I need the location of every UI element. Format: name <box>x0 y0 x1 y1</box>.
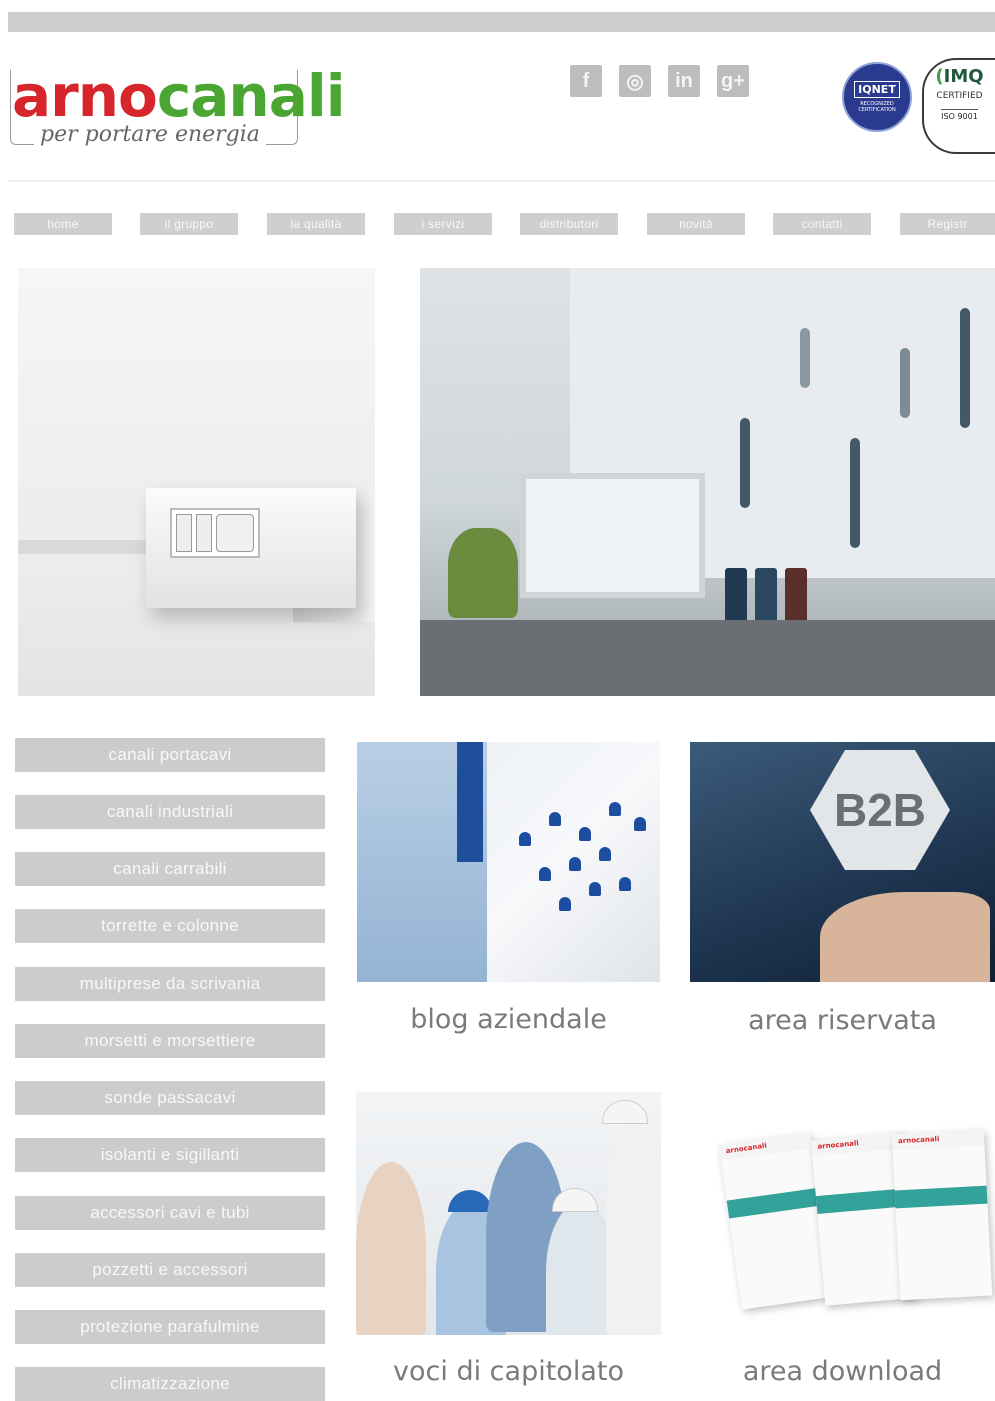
brochure-brand: arnocanali <box>817 1139 860 1151</box>
sketch-figure <box>900 348 910 418</box>
sketch-figure <box>960 308 970 428</box>
brochure: arnocanali <box>891 1129 993 1301</box>
team-tile-image[interactable] <box>356 1092 661 1335</box>
wall-shelf <box>18 540 158 554</box>
plant <box>448 528 518 618</box>
voci-di-capitolato-caption[interactable]: voci di capitolato <box>356 1356 661 1387</box>
menu-canali-portacavi[interactable]: canali portacavi <box>15 738 325 772</box>
logo-arno: arno <box>12 62 158 130</box>
nav-distributori[interactable]: distributori <box>520 213 618 235</box>
menu-protezione-parafulmine[interactable]: protezione parafulmine <box>15 1310 325 1344</box>
nav-registra[interactable]: Registr <box>900 213 995 235</box>
brochure-brand: arnocanali <box>897 1135 940 1146</box>
linkedin-icon[interactable]: in <box>668 65 700 97</box>
menu-morsetti-e-morsettiere[interactable]: morsetti e morsettiere <box>15 1024 325 1058</box>
google-plus-icon[interactable]: g+ <box>717 65 749 97</box>
menu-multiprese-da-scrivania[interactable]: multiprese da scrivania <box>15 967 325 1001</box>
facebook-icon[interactable]: f <box>570 65 602 97</box>
nav-il-gruppo[interactable]: il gruppo <box>140 213 238 235</box>
imq-iso: ISO 9001 <box>941 109 978 121</box>
person <box>356 1162 426 1335</box>
nav-contatti[interactable]: contatti <box>773 213 871 235</box>
brochures-tile-image[interactable]: arnocanali arnocanali arnocanali <box>690 1092 995 1335</box>
header-divider <box>8 180 995 182</box>
blog-tile-image[interactable] <box>357 742 660 982</box>
instagram-icon[interactable]: ◎ <box>619 65 651 97</box>
imq-certified: CERTIFIED <box>936 91 983 101</box>
sketch-figure <box>850 438 860 548</box>
iqnet-certification-badge: IQNET RECOGNIZED CERTIFICATION <box>842 62 912 132</box>
iqnet-label: IQNET <box>854 81 900 98</box>
menu-climatizzazione[interactable]: climatizzazione <box>15 1367 325 1401</box>
logo-wordmark: arnocanali <box>12 62 346 130</box>
pointing-hand <box>820 892 990 982</box>
nav-i-servizi[interactable]: i servizi <box>394 213 492 235</box>
logo-canali: canali <box>156 62 346 130</box>
person <box>606 1112 661 1335</box>
menu-canali-industriali[interactable]: canali industriali <box>15 795 325 829</box>
area-riservata-caption[interactable]: area riservata <box>690 1005 995 1036</box>
b2b-hexagon: B2B <box>810 750 950 870</box>
imq-label: IMQ <box>935 66 984 87</box>
tie <box>457 742 483 862</box>
socket-plate <box>170 508 260 558</box>
area-download-caption[interactable]: area download <box>690 1356 995 1387</box>
computer-monitor <box>520 473 705 598</box>
social-links: f ◎ in g+ <box>570 65 749 97</box>
socket-schuko <box>216 514 254 552</box>
socket-slot <box>176 514 192 552</box>
nav-home[interactable]: home <box>14 213 112 235</box>
desk <box>420 620 995 696</box>
menu-torrette-e-colonne[interactable]: torrette e colonne <box>15 909 325 943</box>
socket-slot <box>196 514 212 552</box>
blog-caption[interactable]: blog aziendale <box>357 1004 660 1035</box>
brand-logo[interactable]: arnocanali per portare energia <box>8 62 346 160</box>
menu-isolanti-e-sigillanti[interactable]: isolanti e sigillanti <box>15 1138 325 1172</box>
imq-certification-badge: IMQ CERTIFIED ISO 9001 <box>922 58 995 154</box>
menu-sonde-passacavi[interactable]: sonde passacavi <box>15 1081 325 1115</box>
nav-la-qualita[interactable]: la qualità <box>267 213 365 235</box>
sketch-figure <box>740 418 750 508</box>
sketch-figure <box>800 328 810 388</box>
network-people-icon <box>509 802 649 922</box>
iqnet-sub: RECOGNIZED CERTIFICATION <box>858 101 896 113</box>
brochure-brand: arnocanali <box>725 1141 768 1156</box>
top-bar <box>8 12 995 32</box>
hero-studio-image <box>420 268 995 696</box>
b2b-tile-image[interactable]: B2B <box>690 742 995 982</box>
hard-hat-icon <box>602 1100 648 1124</box>
menu-accessori-cavi-e-tubi[interactable]: accessori cavi e tubi <box>15 1196 325 1230</box>
menu-canali-carrabili[interactable]: canali carrabili <box>15 852 325 886</box>
main-nav: home il gruppo la qualità i servizi dist… <box>14 213 995 235</box>
hard-hat-icon <box>448 1190 492 1212</box>
menu-pozzetti-e-accessori[interactable]: pozzetti e accessori <box>15 1253 325 1287</box>
nav-novita[interactable]: novità <box>647 213 745 235</box>
logo-tagline: per portare energia <box>34 122 266 147</box>
hero-outlet-image <box>18 268 375 696</box>
